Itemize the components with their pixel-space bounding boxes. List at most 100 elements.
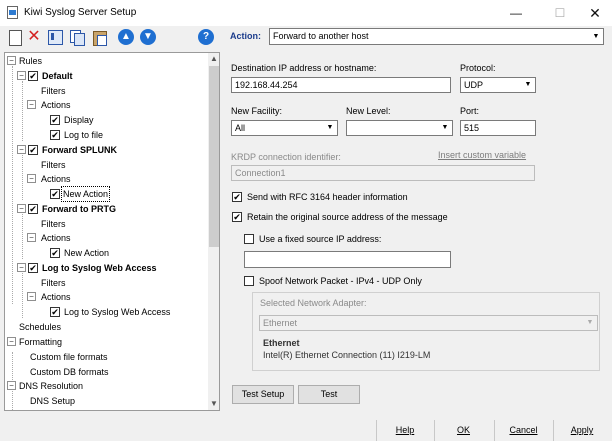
protocol-select[interactable]: UDP ▼ [460,77,536,93]
collapse-icon[interactable]: − [17,204,26,213]
krdp-input[interactable]: Connection1 [231,165,535,181]
adapter-select[interactable]: Ethernet ▼ [259,315,598,331]
ok-button-label: OK [456,425,470,435]
app-icon [7,6,18,19]
tree-label: Forward to PRTG [42,204,116,214]
retain-label: Retain the original source address of th… [247,212,448,222]
scroll-down-icon[interactable]: ▼ [208,398,219,410]
fixed-ip-checkbox[interactable] [244,234,254,244]
move-up-icon[interactable]: ▲ [118,29,134,45]
collapse-icon[interactable]: − [17,71,26,80]
tree-label: Forward SPLUNK [42,145,118,155]
properties-icon[interactable] [47,29,63,45]
test-button[interactable]: Test [298,385,360,404]
action-select[interactable]: Forward to another host ▼ [269,28,604,45]
port-input[interactable]: 515 [460,120,536,136]
move-down-icon[interactable]: ▼ [140,29,156,45]
tree-label: Log to Syslog Web Access [42,263,157,273]
krdp-label: KRDP connection identifier: [231,152,341,162]
rfc-label: Send with RFC 3164 header information [247,192,408,202]
close-button[interactable]: ✕ [573,2,612,24]
minimize-button[interactable]: — [494,2,538,24]
collapse-icon[interactable]: − [27,174,36,183]
tree-label: New Action [64,248,110,258]
collapse-icon[interactable]: − [27,100,36,109]
port-label: Port: [460,106,480,116]
tree-label: DNS Resolution [19,381,84,391]
tree-label: Actions [41,100,71,110]
tree-label: Custom file formats [30,352,108,362]
facility-select[interactable]: All ▼ [231,120,338,136]
copy-icon[interactable] [69,29,85,46]
checkbox-checked-icon[interactable]: ✔ [50,307,60,317]
tree-label: Display [64,115,94,125]
tree-connector [22,155,23,200]
checkbox-checked-icon[interactable]: ✔ [50,130,60,140]
facility-select-value: All [235,123,246,133]
checkbox-checked-icon[interactable]: ✔ [50,248,60,258]
collapse-icon[interactable]: − [7,381,16,390]
tree-connector [22,273,23,318]
apply-button[interactable]: Apply [553,420,610,441]
tree-label: Filters [41,160,66,170]
collapse-icon[interactable]: − [17,263,26,272]
action-select-value: Forward to another host [273,31,369,41]
test-setup-button[interactable]: Test Setup [232,385,294,404]
protocol-label: Protocol: [460,63,496,73]
fixed-ip-input[interactable] [244,251,451,268]
tree-label: DNS Setup [30,396,76,406]
help-icon[interactable]: ? [198,29,214,45]
tree-scrollbar[interactable]: ▲ ▼ [208,53,219,410]
tree-label: Schedules [19,322,62,332]
adapter-description: Intel(R) Ethernet Connection (11) I219-L… [263,350,431,360]
spoof-checkbox[interactable] [244,276,254,286]
retain-checkbox[interactable]: ✔ [232,212,242,222]
cancel-button[interactable]: Cancel [494,420,552,441]
chevron-down-icon: ▼ [586,319,594,326]
collapse-icon[interactable]: − [27,292,36,301]
help-button[interactable]: Help [376,420,433,441]
checkbox-checked-icon[interactable]: ✔ [28,204,38,214]
checkbox-checked-icon[interactable]: ✔ [28,71,38,81]
new-document-icon[interactable] [7,29,23,46]
adapter-name: Ethernet [263,338,300,348]
cancel-button-label: Cancel [509,425,538,435]
scroll-up-icon[interactable]: ▲ [208,53,219,65]
adapter-select-value: Ethernet [263,318,298,328]
checkbox-checked-icon[interactable]: ✔ [28,263,38,273]
destination-input[interactable]: 192.168.44.254 [231,77,451,93]
insert-custom-variable-link[interactable]: Insert custom variable [438,150,526,160]
scroll-thumb[interactable] [209,66,219,247]
tree-label: Custom DB formats [30,367,109,377]
tree-label: Actions [41,292,71,302]
action-label: Action: [230,31,261,41]
delete-icon[interactable]: ✕ [26,29,42,45]
tree-label: Actions [41,174,71,184]
checkbox-checked-icon[interactable]: ✔ [28,145,38,155]
paste-icon[interactable] [91,29,107,46]
facility-label: New Facility: [231,106,283,116]
protocol-select-value: UDP [464,80,484,90]
rules-tree[interactable]: − Rules − ✔ Default Filters − Actions ✔ … [4,52,220,411]
window-title: Kiwi Syslog Server Setup [24,7,137,18]
checkbox-checked-icon[interactable]: ✔ [50,189,60,199]
tree-label: Formatting [19,337,63,347]
destination-label: Destination IP address or hostname: [231,63,377,73]
level-label: New Level: [346,106,391,116]
collapse-icon[interactable]: − [7,56,16,65]
tree-label: Rules [19,56,43,66]
collapse-icon[interactable]: − [27,233,36,242]
tree-label: Log to Syslog Web Access [64,307,171,317]
collapse-icon[interactable]: − [7,337,16,346]
collapse-icon[interactable]: − [17,145,26,154]
ok-button[interactable]: OK [434,420,492,441]
chevron-down-icon: ▼ [524,81,532,88]
rfc-checkbox[interactable]: ✔ [232,192,242,202]
chevron-down-icon: ▼ [326,124,334,131]
chevron-down-icon: ▼ [441,124,449,131]
checkbox-checked-icon[interactable]: ✔ [50,115,60,125]
adapter-label: Selected Network Adapter: [260,298,367,308]
apply-button-label: Apply [570,425,594,435]
level-select[interactable]: ▼ [346,120,453,136]
tree-label: Actions [41,233,71,243]
